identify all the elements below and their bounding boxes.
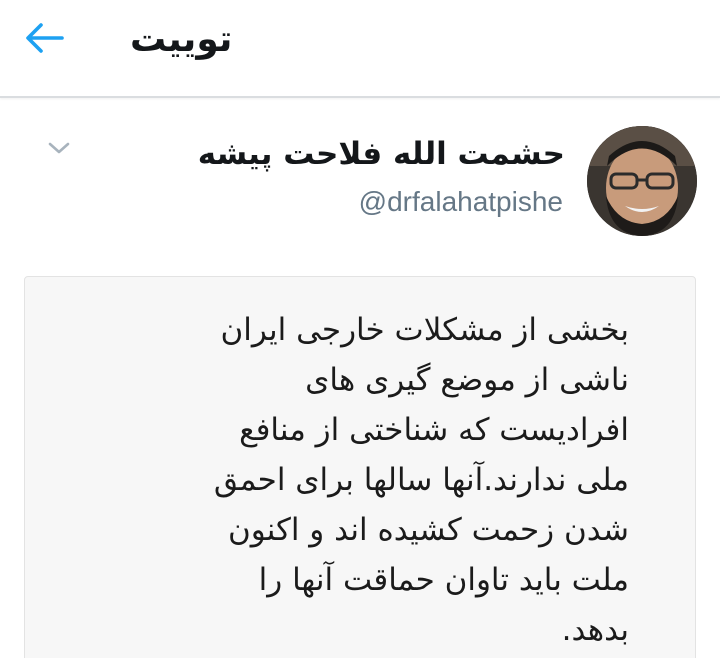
tweet-menu-button[interactable]	[44, 138, 74, 162]
back-button[interactable]	[22, 22, 66, 58]
tweet-line: افرادیست که شناختی از منافع	[239, 412, 629, 448]
tweet-screen: توییت حشمت الله فلاحت پیشه @drfalahatpis…	[0, 0, 720, 658]
tweet-line: ملی ندارند.آنها سالها برای احمق	[213, 462, 629, 498]
author-username[interactable]: @drfalahatpishe	[359, 182, 563, 222]
tweet-line: بدهد.	[561, 612, 629, 648]
tweet-line: ناشی از موضع گیری های	[305, 362, 629, 398]
page-title: توییت	[130, 19, 233, 60]
tweet-line: بخشی از مشکلات خارجی ایران	[220, 312, 630, 348]
tweet-body: بخشی از مشکلات خارجی ایران ناشی از موضع …	[129, 305, 629, 655]
author-display-name[interactable]: حشمت الله فلاحت پیشه	[198, 132, 565, 176]
avatar[interactable]	[587, 126, 697, 236]
chevron-down-icon	[47, 140, 71, 160]
tweet-author-header: حشمت الله فلاحت پیشه @drfalahatpishe	[0, 110, 720, 240]
tweet-image-card[interactable]: بخشی از مشکلات خارجی ایران ناشی از موضع …	[24, 276, 696, 658]
tweet-line: ملت باید تاوان حماقت آنها را	[258, 562, 629, 598]
tweet-line: شدن زحمت کشیده اند و اکنون	[227, 512, 629, 548]
top-app-bar: توییت	[0, 0, 720, 98]
arrow-left-icon	[24, 22, 64, 58]
